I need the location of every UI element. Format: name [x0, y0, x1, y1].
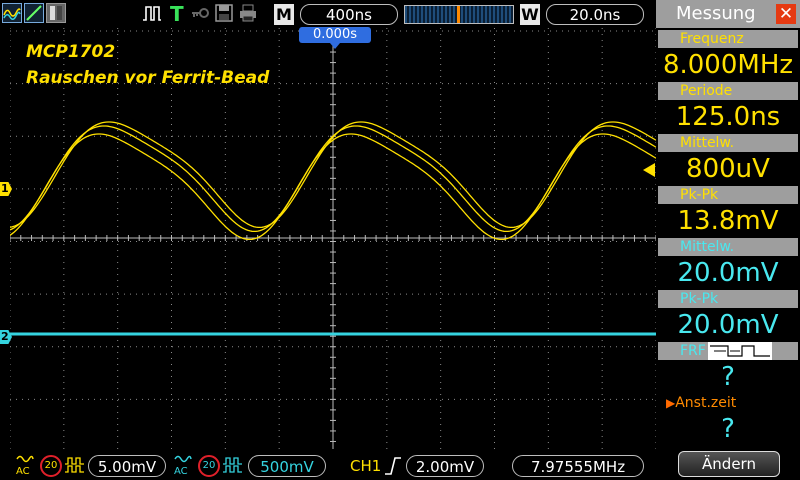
ch1-scale[interactable]: 5.00mV [88, 455, 166, 477]
trigger-mode-label[interactable]: T [170, 2, 184, 26]
save-icon[interactable] [214, 3, 234, 23]
change-measurement-button[interactable]: Ändern [678, 451, 780, 477]
ch1-invert-icon[interactable] [64, 456, 86, 478]
trigger-source[interactable]: CH1 [350, 456, 381, 476]
measurement-value: 13.8mV [658, 204, 798, 238]
key-icon [190, 3, 210, 23]
trigger-offset-value: 0.000s [313, 27, 357, 42]
measurement-value: 20.0mV [658, 308, 798, 342]
measurement-title: Messung [676, 3, 756, 24]
ch2-bw-limit-icon[interactable]: 20 [198, 455, 220, 477]
waveform-display[interactable]: MCP1702 Rauschen vor Ferrit-Bead [9, 28, 657, 453]
trigger-level-marker[interactable] [643, 163, 655, 177]
display-mode-icon[interactable] [2, 3, 22, 23]
vector-mode-icon[interactable] [24, 3, 44, 23]
measurement-item-frf[interactable]: FRF ? [658, 342, 798, 394]
ch2-coupling-icon[interactable]: AC [174, 454, 192, 477]
measurement-label: Pk-Pk [658, 290, 798, 308]
measurement-label: FRF [658, 342, 798, 360]
measurement-panel: Messung ✕ Frequenz 8.000MHz Periode 125.… [656, 0, 800, 480]
ch1-bw-limit-icon[interactable]: 20 [40, 455, 62, 477]
measurement-label: ▶Anst.zeit [658, 394, 798, 412]
window-label: W [520, 4, 540, 25]
close-icon[interactable]: ✕ [776, 4, 796, 24]
measurement-value: 125.0ns [658, 100, 798, 134]
ch1-coupling-icon[interactable]: AC [16, 454, 34, 477]
selected-indicator-icon: ▶ [666, 396, 676, 410]
printer-icon[interactable] [238, 3, 258, 23]
measurement-label: Mittelw. [658, 238, 798, 256]
frf-diagram-icon [708, 342, 772, 360]
counter-frequency: 7.97555MHz [512, 455, 644, 477]
annotation-line-2: Rauschen vor Ferrit-Bead [26, 68, 270, 88]
measurement-item-pkpk-ch1[interactable]: Pk-Pk 13.8mV [658, 186, 798, 238]
timebase-label: M [274, 4, 294, 25]
measurement-value: 800uV [658, 152, 798, 186]
measurement-value: ? [658, 360, 798, 394]
ch2-invert-icon[interactable] [222, 456, 244, 478]
timebase-value[interactable]: 400ns [300, 4, 398, 25]
top-toolbar: T M 400ns W 20.0ns [0, 0, 656, 28]
measurement-label: Frequenz [658, 30, 798, 48]
ch2-scale[interactable]: 500mV [248, 455, 326, 477]
measurement-label: Mittelw. [658, 134, 798, 152]
measurement-item-mean-ch2[interactable]: Mittelw. 20.0mV [658, 238, 798, 290]
measurement-item-pkpk-ch2[interactable]: Pk-Pk 20.0mV [658, 290, 798, 342]
measurement-item-frequency[interactable]: Frequenz 8.000MHz [658, 30, 798, 82]
persistence-icon[interactable] [46, 3, 66, 23]
trigger-level[interactable]: 2.00mV [406, 455, 484, 477]
trigger-offset-marker[interactable]: 0.000s [299, 27, 371, 43]
measurement-item-rise-time[interactable]: ▶Anst.zeit ? [658, 394, 798, 446]
measurement-label: Pk-Pk [658, 186, 798, 204]
waveform-grid [9, 28, 657, 453]
measurement-value: ? [658, 412, 798, 446]
memory-overview-bar[interactable] [404, 5, 514, 24]
measurement-label: Periode [658, 82, 798, 100]
window-value[interactable]: 20.0ns [546, 4, 644, 25]
measurement-item-mean-ch1[interactable]: Mittelw. 800uV [658, 134, 798, 186]
memory-position-marker [457, 6, 460, 23]
measurement-item-period[interactable]: Periode 125.0ns [658, 82, 798, 134]
annotation-line-1: MCP1702 [26, 42, 116, 62]
run-status-icon[interactable] [142, 3, 162, 23]
trigger-edge-icon[interactable] [384, 456, 402, 480]
trigger-offset-pointer [330, 43, 340, 49]
measurement-value: 8.000MHz [658, 48, 798, 82]
measurement-value: 20.0mV [658, 256, 798, 290]
